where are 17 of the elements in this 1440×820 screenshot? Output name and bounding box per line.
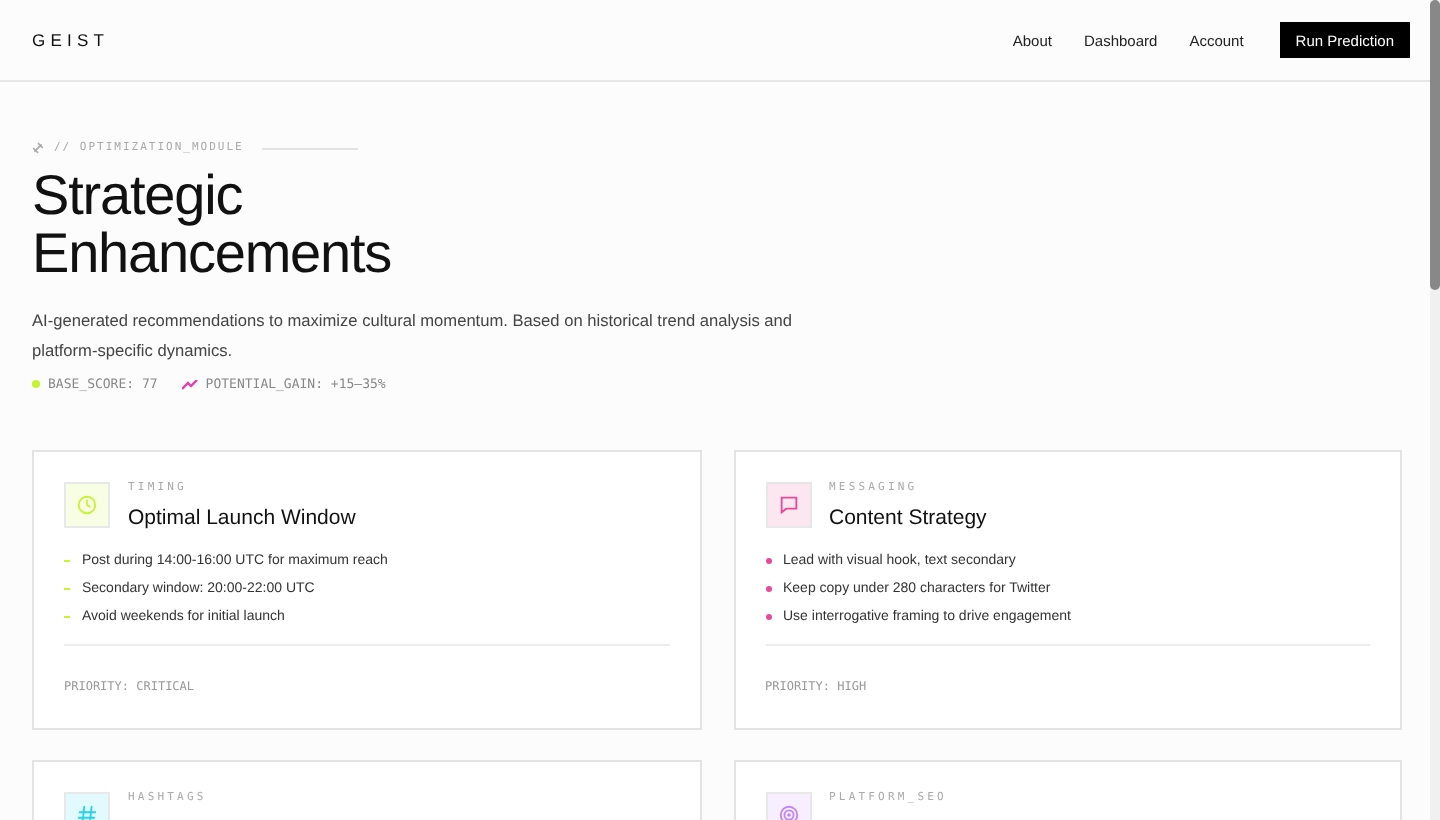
scrollbar-thumb[interactable]	[1430, 0, 1440, 290]
bullet-mark	[765, 558, 771, 564]
card-title: Optimal Launch Window	[128, 506, 356, 530]
bullet-mark	[64, 587, 70, 591]
clock-icon	[76, 494, 98, 516]
bullet-mark	[765, 614, 771, 620]
scrollbar[interactable]	[1430, 0, 1440, 820]
hash-icon	[76, 804, 98, 820]
bullet-mark	[64, 559, 70, 563]
card-title: Content Strategy	[829, 506, 987, 530]
logo[interactable]: GEIST	[32, 30, 110, 50]
page-title: Strategic Enhancements	[32, 166, 394, 282]
chat-bubble-icon	[777, 494, 799, 516]
bullet-mark	[64, 615, 70, 619]
bullet-mark	[765, 586, 771, 592]
description: AI-generated recommendations to maximize cultural momentum. Based on historical trend analysis and platform-specific dynamics.	[32, 308, 794, 364]
target-icon	[777, 804, 799, 820]
